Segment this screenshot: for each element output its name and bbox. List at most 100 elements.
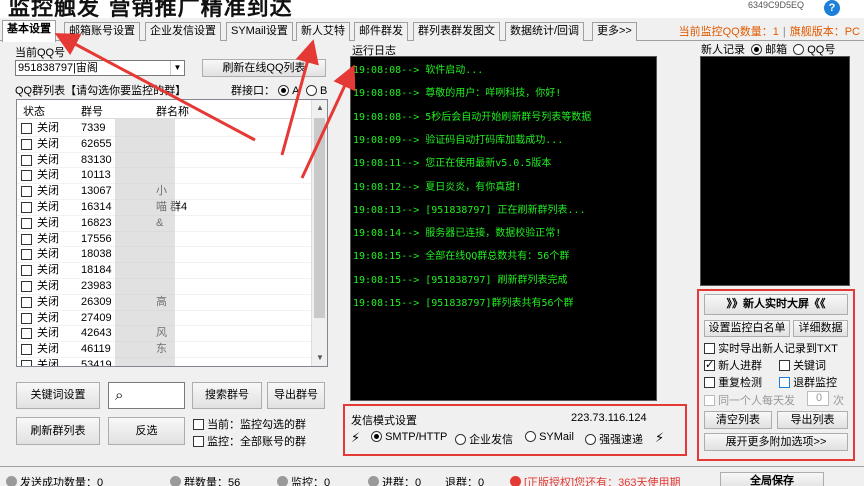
refresh-online-qq-button[interactable]: 刷新在线QQ列表 <box>202 59 326 77</box>
refresh-group-list-button[interactable]: 刷新群列表 <box>16 417 100 445</box>
row-status: 关闭 <box>37 216 59 229</box>
scroll-thumb[interactable] <box>314 118 325 318</box>
invert-selection-button[interactable]: 反选 <box>108 417 185 445</box>
keyword-checkbox[interactable] <box>779 360 790 371</box>
tab-mail-account[interactable]: 邮箱账号设置 <box>64 22 140 41</box>
row-status: 关闭 <box>37 137 59 150</box>
row-checkbox[interactable] <box>21 202 32 213</box>
records-mail-radio[interactable] <box>751 44 763 55</box>
mode-smtp-radio[interactable] <box>371 431 382 442</box>
group-table[interactable]: 状态 群号 群名称 关闭 7339 关闭 62655 关闭 83130 关闭 10113 关闭 1… <box>16 99 328 367</box>
quit-monitor-label: 退群监控 <box>793 377 838 389</box>
whitelist-button[interactable]: 设置监控白名单 <box>704 320 790 337</box>
global-save-button[interactable]: 全局保存 <box>720 472 824 486</box>
row-checkbox[interactable] <box>21 170 32 182</box>
mode-symail-radio[interactable] <box>525 431 536 442</box>
mode-symail-option[interactable]: SYMail <box>525 431 574 443</box>
row-checkbox[interactable] <box>21 186 32 198</box>
monitor-checked-checkbox[interactable] <box>193 419 204 430</box>
help-icon[interactable]: ? <box>824 0 840 16</box>
mode-enterprise-option[interactable]: 企业发信 <box>455 431 513 447</box>
daily-limit-input[interactable]: 0 <box>807 391 829 406</box>
tab-new-member-at[interactable]: 新人艾特 <box>296 22 350 41</box>
chevron-down-icon: ▼ <box>170 61 184 75</box>
row-checkbox[interactable] <box>21 344 32 356</box>
realtime-big-screen-button[interactable]: 》》新人实时大屏《《 <box>704 294 848 315</box>
keyword-option[interactable]: 关键词 <box>779 357 826 373</box>
row-group-number: 18038 <box>81 248 112 261</box>
row-checkbox[interactable] <box>21 123 32 134</box>
monitor-checked-option[interactable]: 当前：监控勾选的群 <box>193 416 306 432</box>
row-checkbox[interactable] <box>21 265 32 277</box>
clear-list-button[interactable]: 清空列表 <box>704 411 772 429</box>
expand-options-button[interactable]: 展开更多附加选项>> <box>704 433 848 451</box>
row-checkbox[interactable] <box>21 249 32 261</box>
group-search-input[interactable]: ⌕ <box>108 382 185 409</box>
monitor-count: 当前监控QQ数量：1 <box>678 26 779 38</box>
new-member-records-list[interactable] <box>700 56 850 286</box>
row-checkbox[interactable] <box>21 312 32 324</box>
mode-enterprise-radio[interactable] <box>455 434 466 445</box>
group-count: 群数量：56 <box>170 474 240 486</box>
row-checkbox[interactable] <box>21 233 32 245</box>
quit-monitor-option[interactable]: 退群监控 <box>779 374 837 390</box>
tab-enterprise-send[interactable]: 企业发信设置 <box>145 22 221 41</box>
new-join-option[interactable]: 新人进群 <box>704 357 762 373</box>
search-group-button[interactable]: 搜索群号 <box>192 382 262 409</box>
qq-select-value: 951838797|宙阁 <box>18 62 98 74</box>
tab-statistics[interactable]: 数据统计/回调 <box>505 22 585 41</box>
row-group-number: 46119 <box>81 343 111 356</box>
row-checkbox[interactable] <box>21 328 32 340</box>
tab-group-list-broadcast[interactable]: 群列表群发图文 <box>413 22 500 41</box>
row-checkbox[interactable] <box>21 138 32 150</box>
daily-limit-checkbox[interactable] <box>704 395 715 406</box>
row-checkbox[interactable] <box>21 360 32 366</box>
daily-limit-option[interactable]: 同一个人每天发 <box>704 392 795 408</box>
monitor-all-option[interactable]: 监控：全部账号的群 <box>193 433 306 449</box>
mode-smtp-option[interactable]: SMTP/HTTP <box>371 431 447 443</box>
records-mail-label: 邮箱 <box>765 44 788 56</box>
search-icon: ⌕ <box>115 387 124 404</box>
repeat-check-option[interactable]: 重复检测 <box>704 374 762 390</box>
export-list-button[interactable]: 导出列表 <box>777 411 848 429</box>
log-line: 19:08:08--> 软件启动... <box>353 65 484 76</box>
port-b-radio[interactable] <box>305 85 317 96</box>
row-checkbox[interactable] <box>21 217 32 229</box>
new-join-checkbox[interactable] <box>704 358 715 371</box>
qq-select[interactable]: 951838797|宙阁 ▼ <box>15 60 185 76</box>
status-dot-icon <box>510 476 521 486</box>
log-line: 19:08:15--> [951838797] 刷新群列表完成 <box>353 274 568 286</box>
tab-symail[interactable]: SYMail设置 <box>226 22 293 41</box>
scroll-up-icon[interactable]: ▲ <box>312 100 327 116</box>
machine-id: 6349C9D5EQ <box>747 0 804 10</box>
server-ip: 223.73.116.124 <box>571 412 647 424</box>
monitor-all-checkbox[interactable] <box>193 436 204 447</box>
records-qq-label: QQ号 <box>807 44 836 56</box>
records-qq-radio[interactable] <box>793 44 805 55</box>
quit-monitor-checkbox[interactable] <box>779 377 790 388</box>
repeat-check-checkbox[interactable] <box>704 377 715 388</box>
mode-express-radio[interactable] <box>585 434 596 445</box>
col-status: 状态 <box>23 106 45 118</box>
row-checkbox[interactable] <box>21 281 32 292</box>
row-checkbox[interactable] <box>21 296 32 308</box>
license-status: [正版授权]您还有：363天使用期 <box>510 474 680 486</box>
right-options-panel: 》》新人实时大屏《《 设置监控白名单 详细数据 实时导出新人记录到TXT 新人进… <box>697 289 855 461</box>
status-dot-icon <box>6 476 17 486</box>
scroll-down-icon[interactable]: ▼ <box>312 350 327 366</box>
row-status: 关闭 <box>37 280 59 292</box>
group-list-label: QQ群列表【请勾选你要监控的群】 <box>15 85 187 97</box>
tab-more[interactable]: 更多>> <box>592 22 637 41</box>
keyword-settings-button[interactable]: 关键词设置 <box>16 382 100 409</box>
tab-mass-mail[interactable]: 邮件群发 <box>354 22 408 41</box>
table-scrollbar[interactable]: ▲ ▼ <box>311 100 327 366</box>
mode-express-option[interactable]: 强强速递 <box>585 431 643 447</box>
export-group-button[interactable]: 导出群号 <box>267 382 325 409</box>
export-txt-option[interactable]: 实时导出新人记录到TXT <box>704 340 838 356</box>
row-checkbox[interactable] <box>21 154 32 166</box>
export-txt-checkbox[interactable] <box>704 343 715 354</box>
tab-basic-settings[interactable]: 基本设置 <box>2 20 56 42</box>
detail-data-button[interactable]: 详细数据 <box>793 320 848 337</box>
port-a-radio[interactable] <box>278 85 290 96</box>
table-header: 状态 群号 群名称 <box>17 100 327 119</box>
